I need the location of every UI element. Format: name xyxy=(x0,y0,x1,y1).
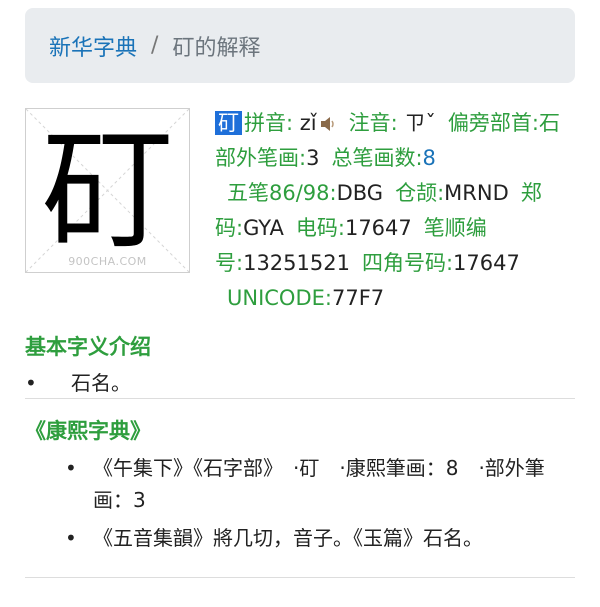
breadcrumb-current: 矴的解释 xyxy=(172,35,261,61)
wubi-value: DBG xyxy=(336,181,384,205)
radical-value[interactable]: 石 xyxy=(539,111,560,135)
zhuyin-value: ㄗˇ xyxy=(404,111,436,135)
radical-label: 偏旁部首: xyxy=(447,111,539,135)
bullet-icon: • xyxy=(65,526,77,550)
kangxi-item: • 《五音集韻》將几切，音子。《玉篇》石名。 xyxy=(65,522,575,554)
unicode-label: UNICODE: xyxy=(227,286,332,310)
breadcrumb: 新华字典 / 矴的解释 xyxy=(25,8,575,83)
sijiao-value: 17647 xyxy=(453,251,520,275)
breadcrumb-separator: / xyxy=(151,33,159,58)
bishun-value: 13251521 xyxy=(243,251,350,275)
section-divider xyxy=(25,398,575,399)
kangxi-title: 《康熙字典》 xyxy=(25,419,151,443)
strokes-out-value: 3 xyxy=(306,146,320,170)
breadcrumb-home-link[interactable]: 新华字典 xyxy=(49,30,137,62)
zhengma-value: GYA xyxy=(243,216,284,240)
dianma-value: 17647 xyxy=(344,216,412,240)
sijiao-label: 四角号码: xyxy=(361,251,454,275)
bullet-icon: • xyxy=(65,456,77,480)
basic-meaning-item: • 石名。 xyxy=(25,367,131,396)
kangxi-item: • 《午集下》《石字部》 ·矴 ·康熙筆画：8 ·部外筆画：3 xyxy=(65,452,575,516)
kangxi-item-text: 《五音集韻》將几切，音子。《玉篇》石名。 xyxy=(93,526,483,550)
strokes-out-label: 部外笔画: xyxy=(215,146,307,170)
unicode-value: 77F7 xyxy=(331,286,385,310)
zhuyin-label: 注音: xyxy=(348,111,398,135)
kangxi-list: • 《午集下》《石字部》 ·矴 ·康熙筆画：8 ·部外筆画：3 • 《五音集韻》將几… xyxy=(65,452,575,560)
character-glyph: 矴 xyxy=(41,113,174,268)
basic-meaning-text: 石名。 xyxy=(71,371,131,395)
speaker-icon[interactable] xyxy=(319,116,335,132)
cangjie-value: MRND xyxy=(444,181,509,205)
character-info: 矴拼音: zǐ 注音: ㄗˇ 偏旁部首:石部外笔画:3 总笔画数:8 五笔86/98:… xyxy=(215,106,575,316)
cangjie-label: 仓颉: xyxy=(395,181,445,205)
section-divider xyxy=(25,577,575,578)
wubi-label: 五笔86/98: xyxy=(227,181,337,205)
strokes-total-label: 总笔画数: xyxy=(331,146,423,170)
strokes-total-value[interactable]: 8 xyxy=(423,146,436,170)
bullet-icon: • xyxy=(25,371,37,395)
pinyin-value: zǐ xyxy=(299,111,317,135)
dianma-label: 电码: xyxy=(295,216,345,240)
image-watermark: 900CHA.COM xyxy=(68,255,147,268)
kangxi-item-text: 《午集下》《石字部》 ·矴 ·康熙筆画：8 ·部外筆画：3 xyxy=(93,456,545,512)
pinyin-label: 拼音: xyxy=(244,111,294,135)
highlighted-character: 矴 xyxy=(215,111,242,135)
character-image: 矴 900CHA.COM xyxy=(25,108,190,273)
basic-meaning-title: 基本字义介绍 xyxy=(25,335,151,359)
